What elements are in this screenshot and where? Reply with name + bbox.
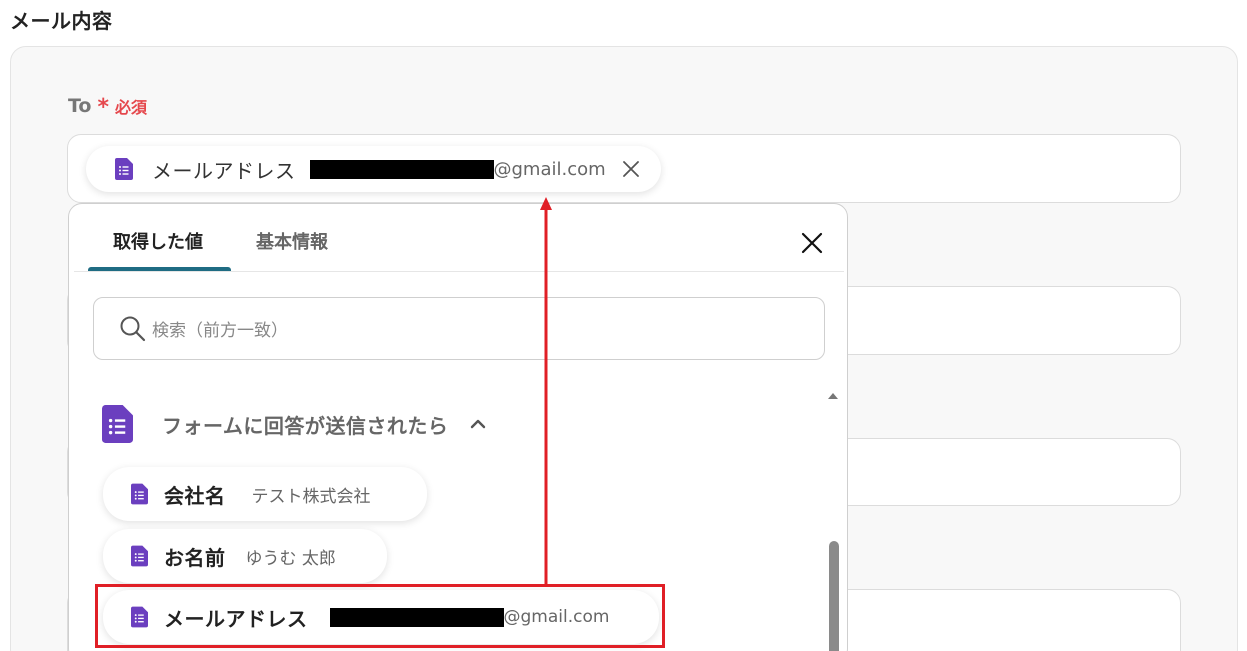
google-forms-icon — [102, 405, 133, 443]
group-title: フォームに回答が送信されたら — [162, 413, 449, 438]
to-field-label: To * 必須 — [68, 93, 147, 119]
search-input[interactable]: 検索（前方一致） — [93, 297, 825, 360]
scrollbar-thumb[interactable] — [829, 541, 839, 651]
to-value-chip[interactable]: メールアドレス @gmail.com — [86, 146, 661, 192]
list-item-name[interactable]: お名前 ゆうむ 太郎 — [103, 529, 387, 583]
item-label: お名前 — [164, 545, 226, 570]
required-text: 必須 — [115, 98, 148, 117]
search-icon — [120, 316, 146, 342]
chip-label: メールアドレス — [152, 158, 296, 183]
annotation-highlight-box — [95, 584, 665, 648]
item-value: テスト株式会社 — [251, 486, 371, 507]
chip-email-domain: @gmail.com — [493, 158, 606, 180]
section-title: メール内容 — [10, 9, 113, 33]
chevron-up-icon[interactable] — [468, 414, 488, 434]
redacted-text — [309, 159, 494, 179]
scroll-up-arrow-icon[interactable] — [826, 391, 840, 401]
google-forms-icon — [131, 483, 148, 505]
annotation-arrow-icon — [540, 197, 552, 587]
search-placeholder: 検索（前方一致） — [152, 321, 288, 341]
to-label-text: To — [68, 95, 92, 117]
list-item-company[interactable]: 会社名 テスト株式会社 — [103, 467, 427, 521]
tab-basic-info[interactable]: 基本情報 — [256, 228, 328, 254]
item-value: ゆうむ 太郎 — [245, 548, 336, 569]
item-label: 会社名 — [164, 483, 226, 508]
close-icon[interactable] — [620, 158, 642, 180]
google-forms-icon — [131, 545, 148, 567]
tab-divider — [74, 271, 844, 272]
close-icon[interactable] — [800, 231, 824, 255]
tab-acquired-values[interactable]: 取得した値 — [113, 228, 203, 254]
trigger-group-header[interactable]: フォームに回答が送信されたら — [102, 405, 488, 443]
required-star: * — [97, 95, 110, 120]
google-forms-icon — [115, 158, 133, 180]
